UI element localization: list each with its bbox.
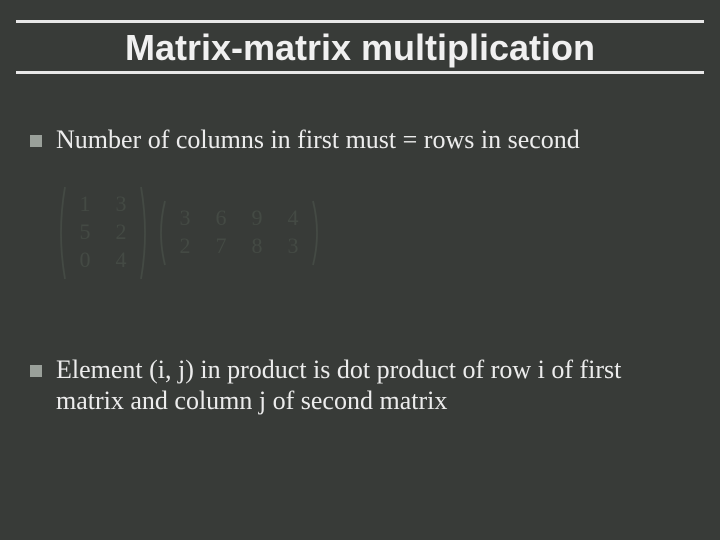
cell: 3 [173,205,197,233]
cell: 8 [245,233,269,261]
bullet-marker-icon [30,135,42,147]
cell: 2 [173,233,197,261]
slide: Matrix-matrix multiplication Number of c… [0,0,720,540]
cell: 3 [109,191,133,219]
right-paren-icon [311,199,323,267]
bullet-text: Number of columns in first must = rows i… [56,125,580,156]
cell: 0 [73,247,97,275]
matrix-a-grid: 1 3 5 2 0 4 [67,185,139,281]
bottom-rule [16,71,704,74]
matrix-a: 1 3 5 2 0 4 [55,185,151,281]
left-paren-icon [55,185,67,281]
body-2: Element (i, j) in product is dot product… [30,355,680,434]
slide-title: Matrix-matrix multiplication [125,27,595,68]
cell: 9 [245,205,269,233]
cell: 4 [281,205,305,233]
cell: 7 [209,233,233,261]
matrix-expression: 1 3 5 2 0 4 3 6 9 4 2 7 8 [55,185,323,281]
bullet-marker-icon [30,365,42,377]
cell: 5 [73,219,97,247]
matrix-b: 3 6 9 4 2 7 8 3 [155,199,323,267]
right-paren-icon [139,185,151,281]
cell: 3 [281,233,305,261]
cell: 6 [209,205,233,233]
header-block: Matrix-matrix multiplication [16,20,704,74]
cell: 2 [109,219,133,247]
bullet-1: Number of columns in first must = rows i… [30,125,680,156]
title-row: Matrix-matrix multiplication [16,23,704,71]
bullet-2: Element (i, j) in product is dot product… [30,355,680,416]
left-paren-icon [155,199,167,267]
bullet-text: Element (i, j) in product is dot product… [56,355,680,416]
cell: 4 [109,247,133,275]
body: Number of columns in first must = rows i… [30,125,680,174]
matrix-b-grid: 3 6 9 4 2 7 8 3 [167,199,311,267]
cell: 1 [73,191,97,219]
